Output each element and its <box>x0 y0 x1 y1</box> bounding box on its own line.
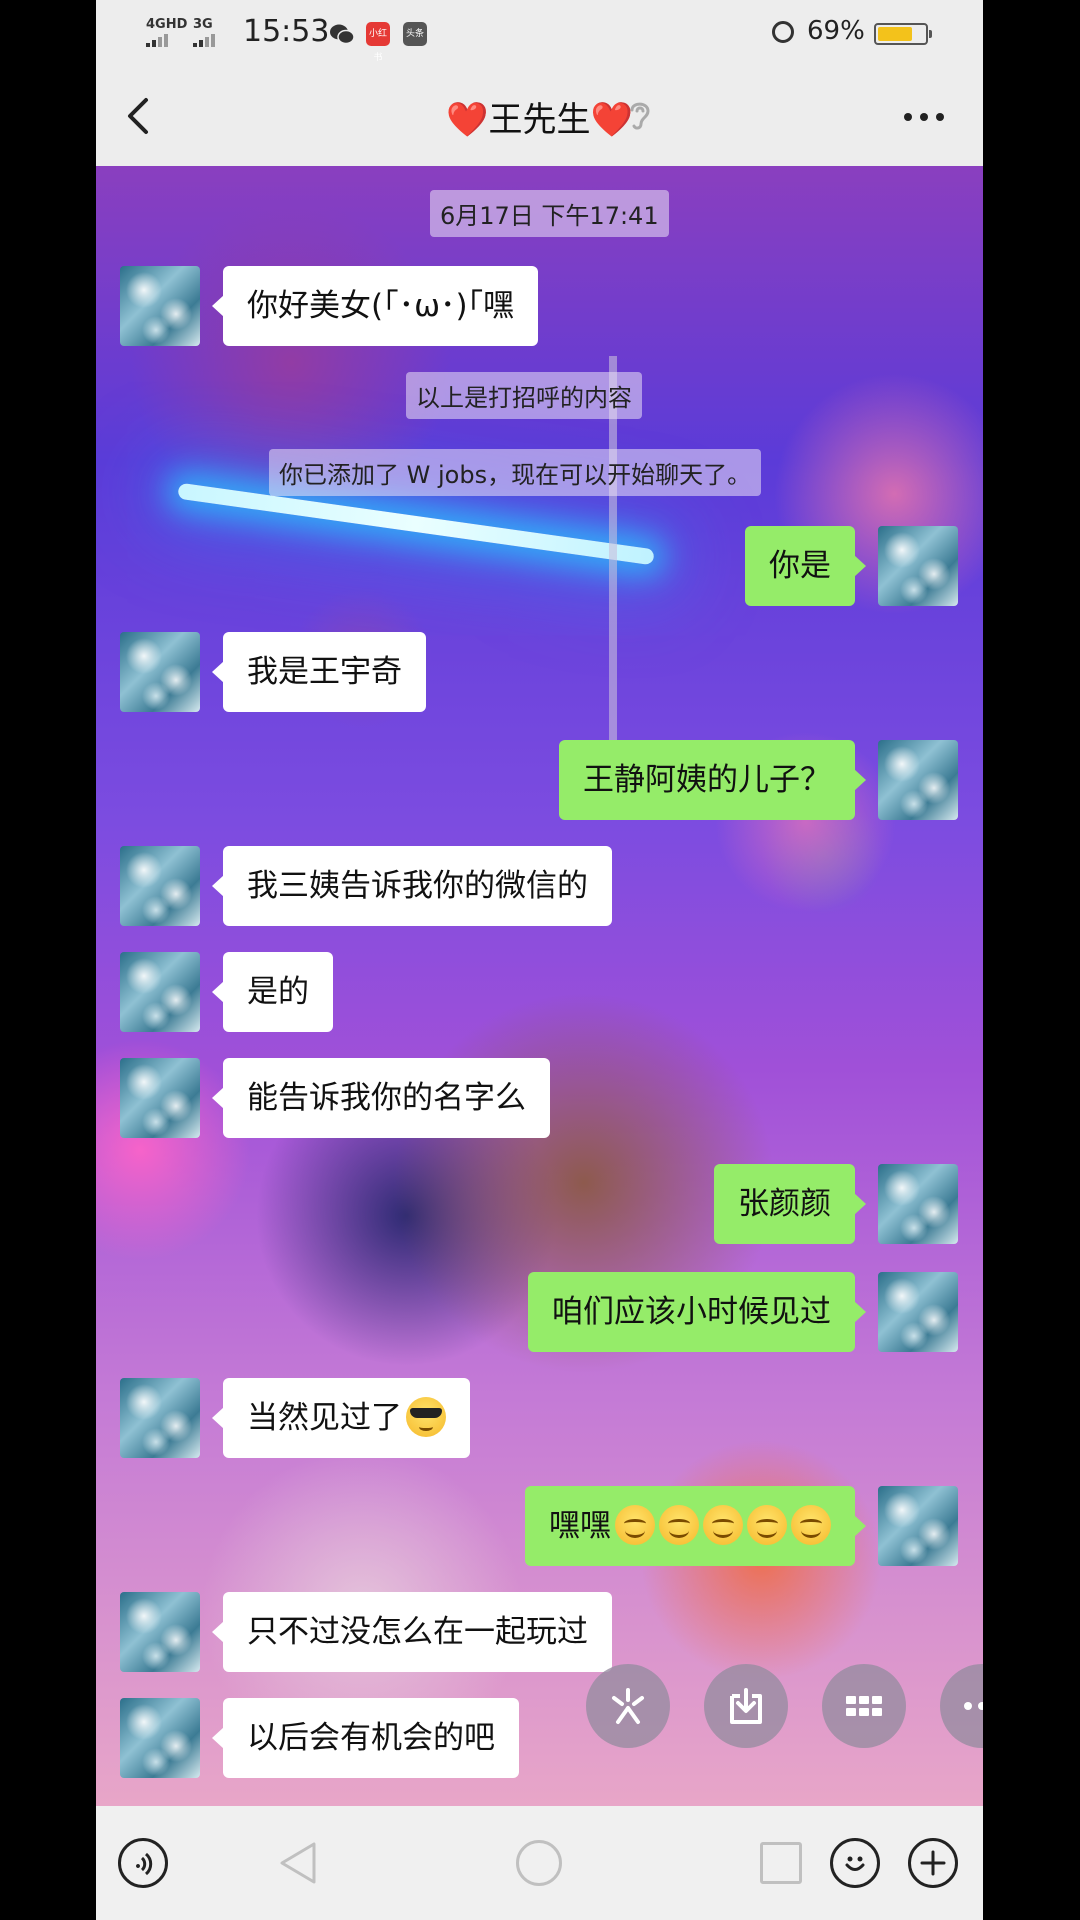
fab-download-button[interactable] <box>704 1664 788 1748</box>
message-bubble-outgoing[interactable]: 你是 <box>745 526 866 606</box>
message-text: 嘿嘿 <box>549 1508 611 1544</box>
contact-avatar[interactable] <box>120 266 200 346</box>
chat-header: ❤️王先生❤️ <box>96 66 983 166</box>
emoji-button[interactable] <box>830 1838 880 1888</box>
message-bubble-incoming[interactable]: 我三姨告诉我你的微信的 <box>212 846 612 926</box>
message-bubble-outgoing[interactable]: 嘿嘿 <box>525 1486 866 1566</box>
grid-icon <box>846 1696 882 1716</box>
greeting-note: 以上是打招呼的内容 <box>406 372 642 419</box>
nav-back-icon[interactable] <box>276 1840 322 1886</box>
contact-avatar[interactable] <box>120 1592 200 1672</box>
message-bubble-outgoing[interactable]: 咱们应该小时候见过 <box>528 1272 866 1352</box>
phone-screen: 4GHD 3G 15:53 小红书 头条 69% ❤️王先生❤️ 6月17日 下… <box>96 0 983 1920</box>
status-bar: 4GHD 3G 15:53 小红书 头条 69% <box>96 0 983 66</box>
smiling-emoji-icon <box>659 1504 699 1545</box>
message-text: 当然见过了 <box>247 1400 402 1436</box>
add-attachment-button[interactable] <box>908 1838 958 1888</box>
fab-sparkle-button[interactable] <box>586 1664 670 1748</box>
wechat-notification-icon <box>330 24 355 45</box>
smiling-emoji-icon <box>703 1504 743 1545</box>
background-claw <box>609 356 617 776</box>
contact-avatar[interactable] <box>120 846 200 926</box>
chat-message-area[interactable]: 6月17日 下午17:41 你好美女(｢･ω･)｢嘿 以上是打招呼的内容 你已添… <box>96 166 983 1806</box>
contact-avatar[interactable] <box>120 1698 200 1778</box>
message-bubble-incoming[interactable]: 当然见过了 <box>212 1378 470 1458</box>
signal-bars-icon <box>146 34 168 47</box>
battery-icon <box>874 23 932 45</box>
more-options-button[interactable] <box>902 111 946 123</box>
alarm-icon <box>772 21 794 43</box>
more-dots-icon <box>964 1702 983 1710</box>
status-time: 15:53 <box>243 14 330 49</box>
fab-more-button[interactable] <box>940 1664 983 1748</box>
chat-title: ❤️王先生❤️ <box>446 100 633 140</box>
nav-recents-icon[interactable] <box>760 1842 802 1884</box>
my-avatar[interactable] <box>878 1486 958 1566</box>
message-bubble-incoming[interactable]: 我是王宇奇 <box>212 632 426 712</box>
my-avatar[interactable] <box>878 1164 958 1244</box>
ear-icon <box>630 102 650 130</box>
download-icon <box>730 1688 762 1724</box>
message-bubble-incoming[interactable]: 只不过没怎么在一起玩过 <box>212 1592 612 1672</box>
sparkle-icon <box>612 1688 644 1724</box>
voice-input-button[interactable] <box>118 1838 168 1888</box>
message-bubble-incoming[interactable]: 以后会有机会的吧 <box>212 1698 519 1778</box>
app-badge-toutiao: 头条 <box>403 22 427 46</box>
contact-avatar[interactable] <box>120 632 200 712</box>
message-timestamp: 6月17日 下午17:41 <box>430 190 669 237</box>
contact-avatar[interactable] <box>120 952 200 1032</box>
smiling-emoji-icon <box>747 1504 787 1545</box>
message-bubble-incoming[interactable]: 是的 <box>212 952 333 1032</box>
network-indicator-1: 4GHD <box>146 17 188 32</box>
my-avatar[interactable] <box>878 526 958 606</box>
smiling-emoji-icon <box>791 1504 831 1545</box>
voice-icon <box>136 1852 153 1876</box>
network-indicator-2: 3G <box>193 17 213 32</box>
battery-percent: 69% <box>807 16 865 46</box>
message-bubble-incoming[interactable]: 你好美女(｢･ω･)｢嘿 <box>211 266 539 346</box>
contact-avatar[interactable] <box>120 1058 200 1138</box>
message-bubble-incoming[interactable]: 能告诉我你的名字么 <box>212 1058 550 1138</box>
my-avatar[interactable] <box>878 1272 958 1352</box>
my-avatar[interactable] <box>878 740 958 820</box>
chat-input-bar <box>96 1806 983 1920</box>
contact-avatar[interactable] <box>120 1378 200 1458</box>
signal-bars-icon-2 <box>193 34 215 47</box>
message-bubble-outgoing[interactable]: 王静阿姨的儿子？ <box>559 740 866 820</box>
plus-icon <box>920 1850 946 1876</box>
smiling-emoji-icon <box>615 1504 655 1545</box>
emoji-icon <box>845 1856 865 1871</box>
app-badge-xiaohongshu: 小红书 <box>366 22 390 63</box>
fab-grid-button[interactable] <box>822 1664 906 1748</box>
nav-home-icon[interactable] <box>516 1840 562 1886</box>
message-bubble-outgoing[interactable]: 张颜颜 <box>714 1164 866 1244</box>
friend-added-notice: 你已添加了 W jobs，现在可以开始聊天了。 <box>269 449 762 496</box>
sunglasses-emoji-icon <box>406 1396 446 1437</box>
